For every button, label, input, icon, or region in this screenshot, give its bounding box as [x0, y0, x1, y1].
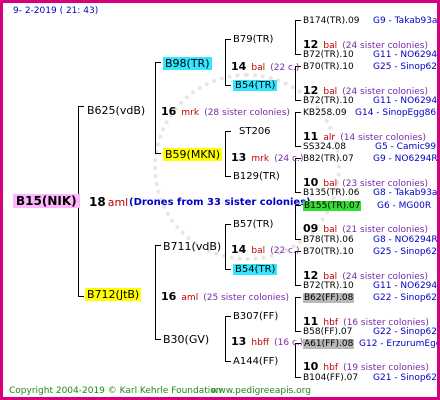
queen-l3-1[interactable]: B79(TR) — [233, 34, 273, 46]
info-l2-1: 14 bal (22 c.) — [231, 60, 300, 74]
connector — [225, 39, 226, 86]
connector — [225, 176, 231, 177]
l4-breeder: G9 - NO6294R — [373, 154, 438, 164]
connector — [225, 131, 231, 132]
connector — [155, 245, 156, 340]
l4-row[interactable]: B135(TR).06 — [303, 187, 359, 199]
l4-breeder: G14 - SinopEgg86R — [355, 108, 440, 118]
connector — [295, 297, 296, 332]
queen-l3-3[interactable]: ST206 — [239, 126, 271, 138]
connector — [225, 361, 231, 362]
l4-row[interactable]: B104(FF).07 — [303, 372, 358, 384]
info-l1-bottom: 16 aml (25 sister colonies) — [161, 290, 290, 304]
connector — [225, 85, 231, 86]
l4-breeder: G22 - Sinop62R — [373, 327, 440, 337]
l4-row[interactable]: B70(TR).10 — [303, 246, 354, 258]
queen-l2-1[interactable]: B98(TR) — [163, 57, 212, 70]
connector — [295, 146, 301, 147]
footer-copyright: Copyright 2004-2019 © Karl Kehrle Founda… — [9, 386, 222, 396]
l4-row[interactable]: B82(TR).07 — [303, 153, 354, 165]
connector — [155, 62, 161, 63]
connector — [295, 377, 301, 378]
connector — [295, 112, 301, 113]
root-info: 18 aml — [89, 195, 129, 209]
queen-l3-8[interactable]: A144(FF) — [233, 356, 278, 368]
l4-breeder: G8 - NO6294R — [373, 235, 438, 245]
connector — [295, 205, 296, 240]
l4-breeder: G11 - NO6294R — [373, 281, 440, 291]
queen-l3-6[interactable]: B54(TR) — [233, 264, 278, 276]
connector — [155, 62, 156, 153]
connector — [295, 239, 301, 240]
connector — [225, 224, 231, 225]
l4-row[interactable]: B72(TR).10 — [303, 280, 354, 292]
queen-l3-4[interactable]: B129(TR) — [233, 171, 280, 183]
l4-row[interactable]: B155(TR).07 — [303, 200, 362, 212]
connector — [295, 297, 301, 298]
l4-row[interactable]: B174(TR).09 — [303, 15, 359, 27]
info-l1-top: 16 mrk (28 sister colonies) — [161, 105, 290, 119]
l4-breeder: G5 - Camic99R — [375, 142, 440, 152]
info-l2-4: 13 hbff (16 c.) — [231, 335, 304, 349]
connector — [295, 112, 296, 147]
l4-row[interactable]: B78(TR).06 — [303, 234, 354, 246]
l4-breeder: G25 - Sinop62R — [373, 247, 440, 257]
queen-l3-2[interactable]: B54(TR) — [233, 80, 278, 92]
connector — [78, 106, 84, 107]
l4-row[interactable]: B58(FF).07 — [303, 326, 352, 338]
l4-row[interactable]: B72(TR).10 — [303, 49, 354, 61]
connector — [295, 285, 301, 286]
queen-l3-5[interactable]: B57(TR) — [233, 219, 273, 231]
l4-breeder: G8 - Takab93aR — [373, 188, 440, 198]
pedigree-frame: 9- 2-2019 ( 21: 43) B15(NIK) 18 aml (Dron… — [0, 0, 440, 400]
l4-breeder: G6 - MG00R — [377, 201, 432, 211]
footer-link[interactable]: www.pedigreeapis.org — [211, 385, 311, 397]
connector — [155, 245, 161, 246]
queen-l3-7[interactable]: B307(FF) — [233, 311, 278, 323]
l4-breeder: G12 - ErzurumEgg8 — [359, 339, 440, 349]
queen-l2-4[interactable]: B30(GV) — [163, 334, 209, 346]
connector — [78, 296, 84, 297]
connector — [295, 20, 301, 21]
connector — [225, 224, 226, 270]
l4-row[interactable]: B70(TR).10 — [303, 61, 354, 73]
queen-l2-3[interactable]: B711(vdB) — [163, 241, 221, 253]
l4-row[interactable]: B62(FF).08 — [303, 292, 355, 304]
connector — [295, 100, 301, 101]
l4-row[interactable]: A61(FF).08 — [303, 338, 355, 350]
l4-breeder: G9 - Takab93aR — [373, 16, 440, 26]
connector — [225, 269, 231, 270]
info-l2-3: 14 bal (22 c.) — [231, 243, 300, 257]
connector — [225, 39, 231, 40]
l4-breeder: G11 - NO6294R — [373, 50, 440, 60]
connector — [295, 192, 301, 193]
info-l2-2: 13 mrk (24 c.) — [231, 151, 304, 165]
l4-breeder: G11 - NO6294R — [373, 96, 440, 106]
root-drones: (Drones from 33 sister colonies) — [129, 197, 311, 208]
connector — [295, 331, 301, 332]
connector — [225, 131, 226, 176]
connector — [225, 316, 226, 362]
connector — [155, 339, 161, 340]
connector — [295, 54, 301, 55]
l4-row[interactable]: SS324.08 — [303, 141, 346, 153]
root-queen[interactable]: B15(NIK) — [13, 194, 80, 208]
queen-l1-top[interactable]: B625(vdB) — [87, 105, 145, 117]
queen-l1-bottom[interactable]: B712(JtB) — [85, 288, 142, 301]
connector — [155, 153, 161, 154]
l4-breeder: G25 - Sinop62R — [373, 62, 440, 72]
connector — [295, 20, 296, 55]
queen-l2-2[interactable]: B59(MKN) — [163, 148, 223, 161]
l4-row[interactable]: KB258.09 — [303, 107, 347, 119]
connector — [225, 316, 231, 317]
l4-breeder: G21 - Sinop62R — [373, 373, 440, 383]
l4-breeder: G22 - Sinop62R — [373, 293, 440, 303]
l4-row[interactable]: B72(TR).10 — [303, 95, 354, 107]
date-time: 9- 2-2019 ( 21: 43) — [13, 6, 99, 16]
